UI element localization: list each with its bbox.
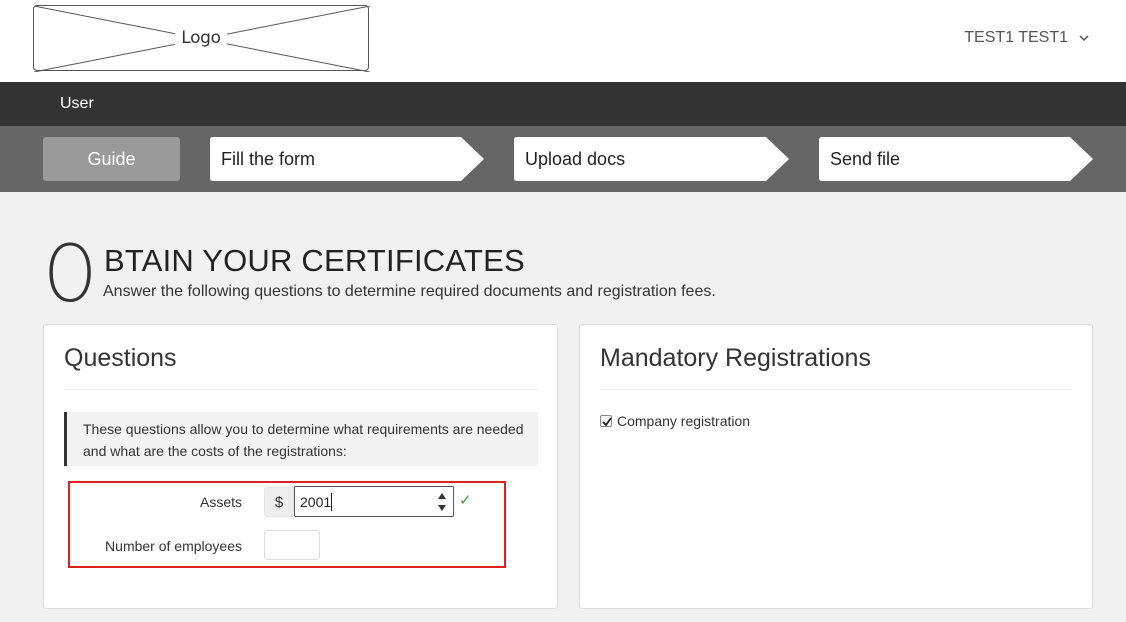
currency-addon: $ xyxy=(264,487,294,517)
steps-bar: Guide Fill the form Upload docs Send fil… xyxy=(0,126,1126,192)
nav-item-user[interactable]: User xyxy=(60,95,94,113)
step-label: Fill the form xyxy=(221,148,316,169)
logo-text: Logo xyxy=(175,28,227,48)
questions-form: Assets $ 2001 ✓ Number of employees xyxy=(68,481,506,568)
questions-info: These questions allow you to determine w… xyxy=(64,412,538,466)
assets-value: 2001 xyxy=(300,494,332,510)
assets-label: Assets xyxy=(199,494,242,510)
step-send-file[interactable]: Send file xyxy=(819,137,1093,181)
main-nav: User xyxy=(0,82,1126,126)
chevron-down-icon xyxy=(1079,35,1089,42)
logo[interactable]: Logo xyxy=(33,5,370,72)
assets-input[interactable]: 2001 xyxy=(294,486,454,517)
questions-title: Questions xyxy=(64,344,177,372)
step-label: Upload docs xyxy=(525,148,626,169)
checkbox[interactable] xyxy=(600,415,612,427)
step-fill-form[interactable]: Fill the form xyxy=(210,137,484,181)
step-guide-button[interactable]: Guide xyxy=(43,137,180,181)
checkmark-icon xyxy=(602,417,612,427)
divider xyxy=(600,389,1072,390)
page-title: BTAIN YOUR CERTIFICATES xyxy=(104,243,525,278)
employees-label: Number of employees xyxy=(105,538,242,554)
registration-item: Company registration xyxy=(600,413,750,429)
page-subtitle: Answer the following questions to determ… xyxy=(103,283,716,300)
questions-panel: Questions These questions allow you to d… xyxy=(43,324,558,609)
step-label: Send file xyxy=(830,148,901,169)
user-name: TEST1 TEST1 xyxy=(964,29,1068,46)
spinner-up-icon[interactable] xyxy=(436,492,448,501)
divider xyxy=(64,389,538,390)
number-spinner[interactable] xyxy=(436,492,448,512)
mandatory-panel: Mandatory Registrations Company registra… xyxy=(579,324,1093,609)
spinner-down-icon[interactable] xyxy=(436,503,448,512)
step-upload-docs[interactable]: Upload docs xyxy=(514,137,789,181)
title-initial: O xyxy=(44,230,97,320)
valid-check-icon: ✓ xyxy=(459,492,472,509)
employees-input[interactable] xyxy=(264,530,320,560)
user-menu[interactable]: TEST1 TEST1 xyxy=(964,29,1090,47)
top-header: Logo TEST1 TEST1 xyxy=(0,0,1126,82)
registration-label: Company registration xyxy=(617,413,751,429)
mandatory-title: Mandatory Registrations xyxy=(600,344,871,372)
text-caret xyxy=(331,493,332,511)
